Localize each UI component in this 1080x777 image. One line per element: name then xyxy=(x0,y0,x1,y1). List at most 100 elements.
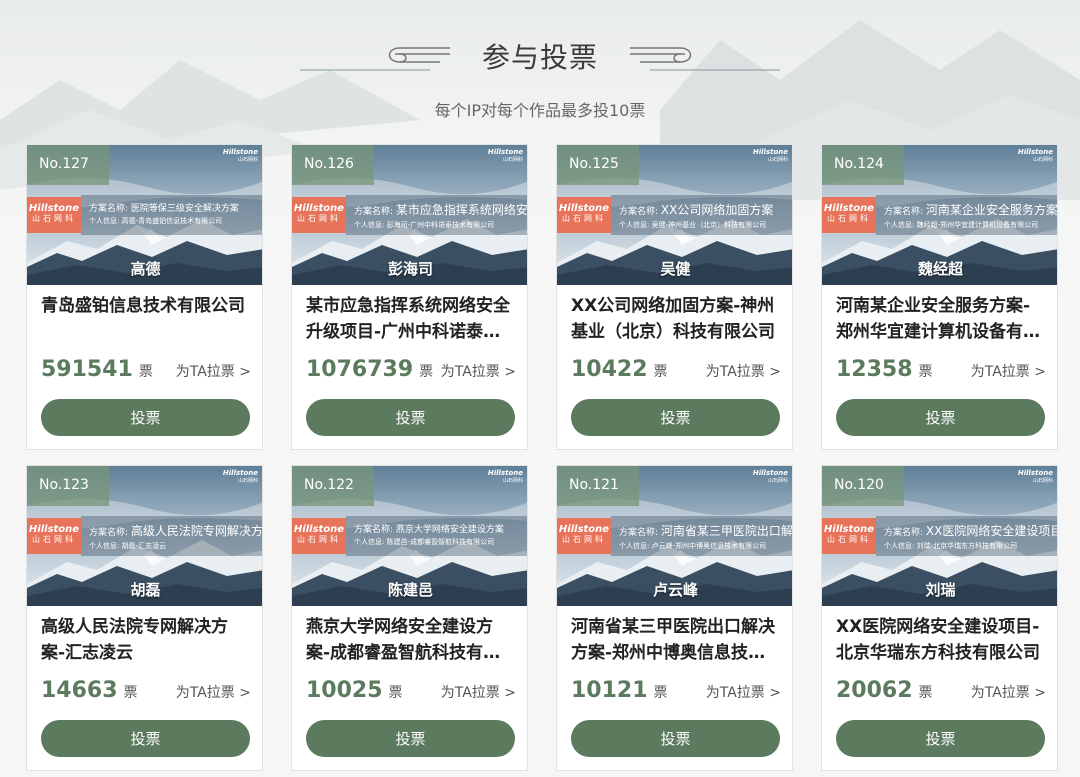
entry-banner[interactable]: No.125 Hillstone 山石网科 Hillstone 山石网科 方案名… xyxy=(557,145,792,285)
vote-button[interactable]: 投票 xyxy=(836,399,1045,436)
author-name: 胡磊 xyxy=(130,581,161,599)
canvass-link[interactable]: 为TA拉票 > xyxy=(971,682,1046,702)
vote-count: 591541 xyxy=(41,357,133,382)
person-info: 魏经超-郑州华宜建计算机设备有限公司 xyxy=(916,221,1039,229)
vote-unit: 票 xyxy=(388,685,403,701)
entry-number: No.121 xyxy=(557,466,639,506)
vote-count: 10121 xyxy=(571,678,648,703)
entry-banner[interactable]: No.127 Hillstone 山石网科 Hillstone 山石网科 方案名… xyxy=(27,145,262,285)
project-title[interactable]: 高级人民法院专网解决方案-汇志凌云 xyxy=(41,614,251,666)
scheme-info: 方案名称: XX公司网络加固方案 个人信息: 吴健-神州基业（北京）科技有限公司 xyxy=(611,195,792,235)
canvass-link[interactable]: 为TA拉票 > xyxy=(176,361,251,381)
entry-card: No.123 Hillstone 山石网科 Hillstone 山石网科 方案名… xyxy=(26,465,263,771)
vote-button[interactable]: 投票 xyxy=(836,720,1045,757)
vote-button[interactable]: 投票 xyxy=(571,720,780,757)
entry-number: No.127 xyxy=(27,145,109,185)
entry-grid: No.127 Hillstone 山石网科 Hillstone 山石网科 方案名… xyxy=(26,144,1058,771)
vote-button[interactable]: 投票 xyxy=(41,399,250,436)
project-title[interactable]: 河南省某三甲医院出口解决方案-郑州中博奥信息技术有限公司 xyxy=(571,614,781,666)
scheme-name: 燕京大学网络安全建设方案 xyxy=(395,525,504,535)
project-title[interactable]: XX公司网络加固方案-神州基业（北京）科技有限公司 xyxy=(571,293,781,345)
brand-logo: Hillstone 山石网科 xyxy=(822,518,876,554)
entry-number: No.122 xyxy=(292,466,374,506)
brand-logo-small: Hillstone 山石网科 xyxy=(1017,469,1053,484)
entry-card: No.126 Hillstone 山石网科 Hillstone 山石网科 方案名… xyxy=(291,144,528,450)
brand-logo: Hillstone 山石网科 xyxy=(292,197,346,233)
scheme-name: XX公司网络加固方案 xyxy=(660,203,774,217)
entry-card: No.125 Hillstone 山石网科 Hillstone 山石网科 方案名… xyxy=(556,144,793,450)
vote-unit: 票 xyxy=(138,364,153,380)
entry-banner[interactable]: No.126 Hillstone 山石网科 Hillstone 山石网科 方案名… xyxy=(292,145,528,285)
project-title[interactable]: XX医院网络安全建设项目-北京华瑞东方科技有限公司 xyxy=(836,614,1046,666)
vote-button[interactable]: 投票 xyxy=(306,720,515,757)
entry-number: No.123 xyxy=(27,466,109,506)
vote-stats: 591541 票 为TA拉票 > xyxy=(41,357,251,383)
brand-logo: Hillstone 山石网科 xyxy=(557,197,611,233)
entry-number: No.125 xyxy=(557,145,639,185)
entry-banner[interactable]: No.124 Hillstone 山石网科 Hillstone 山石网科 方案名… xyxy=(822,145,1058,285)
vote-unit: 票 xyxy=(419,364,434,380)
canvass-link[interactable]: 为TA拉票 > xyxy=(971,361,1046,381)
brand-logo-small: Hillstone 山石网科 xyxy=(487,469,523,484)
vote-stats: 14663 票 为TA拉票 > xyxy=(41,678,251,704)
vote-stats: 10121 票 为TA拉票 > xyxy=(571,678,781,704)
brand-logo: Hillstone 山石网科 xyxy=(822,197,876,233)
author-name: 卢云峰 xyxy=(652,581,698,599)
scheme-name: 河南某企业安全服务方案 xyxy=(925,203,1058,217)
scheme-info: 方案名称: 河南某企业安全服务方案 个人信息: 魏经超-郑州华宜建计算机设备有限… xyxy=(876,195,1058,235)
project-title[interactable]: 青岛盛铂信息技术有限公司 xyxy=(41,293,251,345)
entry-card: No.124 Hillstone 山石网科 Hillstone 山石网科 方案名… xyxy=(821,144,1058,450)
entry-banner[interactable]: No.120 Hillstone 山石网科 Hillstone 山石网科 方案名… xyxy=(822,466,1058,606)
canvass-link[interactable]: 为TA拉票 > xyxy=(706,361,781,381)
entry-banner[interactable]: No.123 Hillstone 山石网科 Hillstone 山石网科 方案名… xyxy=(27,466,262,606)
brand-logo-small: Hillstone 山石网科 xyxy=(487,148,523,163)
person-info: 吴健-神州基业（北京）科技有限公司 xyxy=(651,221,767,229)
vote-stats: 1076739 票 为TA拉票 > xyxy=(306,357,516,383)
author-name: 彭海司 xyxy=(387,260,433,278)
brand-logo: Hillstone 山石网科 xyxy=(27,518,81,554)
vote-unit: 票 xyxy=(123,685,138,701)
vote-unit: 票 xyxy=(918,364,933,380)
entry-banner[interactable]: No.122 Hillstone 山石网科 Hillstone 山石网科 方案名… xyxy=(292,466,527,606)
author-name: 陈建邑 xyxy=(387,581,433,599)
entry-card: No.121 Hillstone 山石网科 Hillstone 山石网科 方案名… xyxy=(556,465,793,771)
vote-stats: 20062 票 为TA拉票 > xyxy=(836,678,1046,704)
project-title[interactable]: 某市应急指挥系统网络安全升级项目-广州中科诺泰技术有限公司 xyxy=(306,293,516,345)
canvass-link[interactable]: 为TA拉票 > xyxy=(441,682,516,702)
entry-card: No.127 Hillstone 山石网科 Hillstone 山石网科 方案名… xyxy=(26,144,263,450)
scheme-name: XX医院网络安全建设项目 xyxy=(925,524,1058,538)
scheme-info: 方案名称: XX医院网络安全建设项目 个人信息: 刘瑞-北京华瑞东方科技有限公司 xyxy=(876,516,1058,556)
scheme-info: 方案名称: 河南省某三甲医院出口解决方案 个人信息: 卢云峰-郑州中博奥信息技术… xyxy=(611,516,792,556)
vote-count: 10025 xyxy=(306,678,383,703)
author-name: 魏经超 xyxy=(917,260,963,278)
person-info: 陈建邑-成都睿盈智航科技有限公司 xyxy=(386,538,495,546)
vote-count: 20062 xyxy=(836,678,913,703)
brand-logo: Hillstone 山石网科 xyxy=(27,197,81,233)
cloud-ornament-right-icon xyxy=(630,47,780,71)
vote-button[interactable]: 投票 xyxy=(41,720,250,757)
entry-number: No.124 xyxy=(822,145,904,185)
person-info: 胡磊-汇志凌云 xyxy=(121,542,167,550)
vote-unit: 票 xyxy=(653,685,668,701)
author-name: 吴健 xyxy=(660,260,691,278)
canvass-link[interactable]: 为TA拉票 > xyxy=(176,682,251,702)
vote-button[interactable]: 投票 xyxy=(571,399,780,436)
author-name: 刘瑞 xyxy=(925,581,956,599)
entry-number: No.126 xyxy=(292,145,374,185)
entry-banner[interactable]: No.121 Hillstone 山石网科 Hillstone 山石网科 方案名… xyxy=(557,466,792,606)
project-title[interactable]: 燕京大学网络安全建设方案-成都睿盈智航科技有限公司 xyxy=(306,614,516,666)
vote-count: 12358 xyxy=(836,357,913,382)
vote-unit: 票 xyxy=(918,685,933,701)
vote-count: 1076739 xyxy=(306,357,414,382)
canvass-link[interactable]: 为TA拉票 > xyxy=(441,361,516,381)
entry-card: No.120 Hillstone 山石网科 Hillstone 山石网科 方案名… xyxy=(821,465,1058,771)
brand-logo: Hillstone 山石网科 xyxy=(557,518,611,554)
person-info: 彭海司-广州中科诺泰技术有限公司 xyxy=(386,221,495,229)
section-header: 参与投票 每个IP对每个作品最多投10票 xyxy=(0,0,1080,140)
brand-logo-small: Hillstone 山石网科 xyxy=(1017,148,1053,163)
person-info: 卢云峰-郑州中博奥信息技术有限公司 xyxy=(651,542,767,550)
canvass-link[interactable]: 为TA拉票 > xyxy=(706,682,781,702)
scheme-name: 某市应急指挥系统网络安全升级项目 xyxy=(395,203,528,217)
project-title[interactable]: 河南某企业安全服务方案-郑州华宜建计算机设备有限公司 xyxy=(836,293,1046,345)
vote-button[interactable]: 投票 xyxy=(306,399,515,436)
